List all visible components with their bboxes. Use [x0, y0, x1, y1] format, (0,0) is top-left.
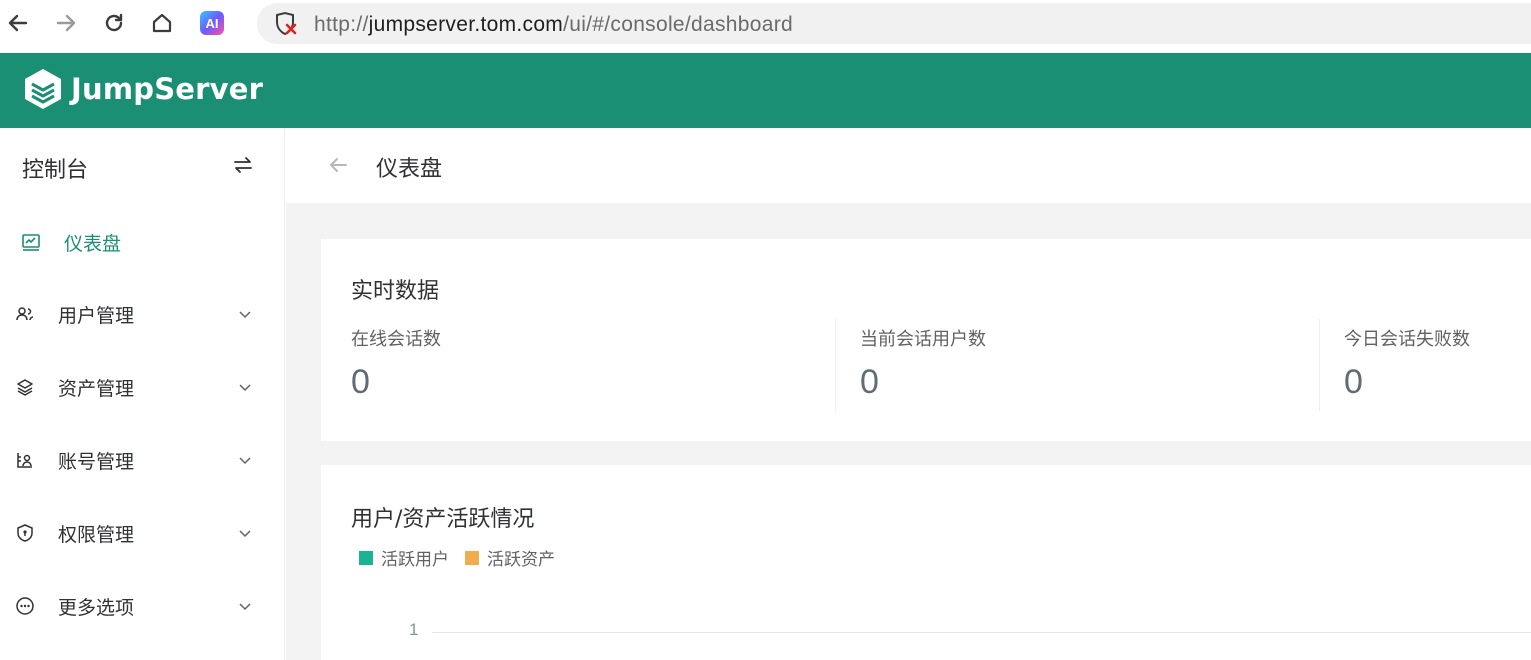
page-header: 仪表盘 [286, 128, 1531, 203]
swap-view-icon[interactable] [232, 154, 254, 176]
legend-item-active-assets[interactable]: 活跃资产 [465, 545, 555, 570]
stat-session-users[interactable]: 当前会话用户数 0 [860, 321, 1320, 411]
stat-failed-sessions[interactable]: 今日会话失败数 0 [1344, 321, 1524, 411]
sidebar-item-accounts[interactable]: 账号管理 [0, 435, 285, 485]
stat-value: 0 [1344, 363, 1363, 401]
sidebar-item-label: 更多选项 [58, 597, 135, 619]
back-arrow-icon[interactable] [326, 153, 350, 177]
page-title: 仪表盘 [376, 157, 443, 182]
legend-label: 活跃资产 [487, 550, 555, 570]
chevron-down-icon [237, 598, 253, 614]
svg-text:AI: AI [206, 16, 219, 31]
sidebar-item-label: 仪表盘 [64, 233, 122, 255]
back-icon[interactable] [5, 10, 31, 36]
sidebar-item-assets[interactable]: 资产管理 [0, 362, 285, 412]
sidebar-item-users[interactable]: 用户管理 [0, 289, 285, 339]
home-icon[interactable] [149, 10, 175, 36]
more-icon [15, 596, 35, 616]
sidebar-title: 控制台 [22, 158, 89, 183]
url-domain: jumpserver.tom.com [368, 13, 564, 36]
dashboard-icon [21, 232, 41, 252]
app-header: JumpServer [0, 53, 1531, 128]
chevron-down-icon [237, 379, 253, 395]
url-text[interactable]: http://jumpserver.tom.com/ui/#/console/d… [314, 13, 793, 37]
stat-value: 0 [860, 363, 879, 401]
not-secure-icon[interactable] [273, 11, 299, 41]
chart-title: 用户/资产活跃情况 [351, 507, 535, 532]
stat-online-sessions[interactable]: 在线会话数 0 [351, 321, 831, 411]
sidebar-item-label: 账号管理 [58, 451, 135, 473]
activity-chart-card: 用户/资产活跃情况 活跃用户 活跃资产 1 [321, 465, 1531, 660]
realtime-card: 实时数据 在线会话数 0 当前会话用户数 0 今日会话失败数 0 [321, 239, 1531, 441]
users-icon [15, 304, 35, 324]
reload-icon[interactable] [101, 10, 127, 36]
url-path: /ui/#/console/dashboard [563, 13, 793, 36]
legend-item-active-users[interactable]: 活跃用户 [359, 545, 449, 570]
jumpserver-logo-icon [25, 69, 61, 109]
chevron-down-icon [237, 452, 253, 468]
stat-divider [1319, 319, 1320, 411]
stat-label: 今日会话失败数 [1344, 329, 1470, 350]
y-tick-label: 1 [409, 620, 419, 639]
chart-gridline [432, 632, 1531, 633]
stat-value: 0 [351, 363, 370, 401]
sidebar-item-label: 用户管理 [58, 305, 135, 327]
url-scheme: http:// [314, 13, 369, 36]
forward-icon[interactable] [53, 10, 79, 36]
chevron-down-icon [237, 525, 253, 541]
legend-swatch [465, 550, 479, 565]
legend-label: 活跃用户 [381, 550, 449, 570]
legend-swatch [359, 550, 373, 565]
main-content: 仪表盘 实时数据 在线会话数 0 当前会话用户数 0 今日会话失败数 0 用户/… [286, 128, 1531, 660]
stat-divider [835, 319, 836, 411]
address-bar[interactable]: http://jumpserver.tom.com/ui/#/console/d… [257, 3, 1531, 44]
layers-icon [15, 377, 35, 397]
stat-label: 在线会话数 [351, 329, 441, 350]
ai-extension-icon[interactable]: AI [199, 10, 225, 36]
sidebar-item-label: 资产管理 [58, 378, 135, 400]
shield-icon [15, 523, 35, 543]
sidebar: 控制台 仪表盘 用户管理 资产管理 账号管理 权限管理 更多选项 [0, 128, 285, 660]
account-icon [15, 450, 35, 470]
sidebar-item-more[interactable]: 更多选项 [0, 581, 285, 631]
sidebar-item-permissions[interactable]: 权限管理 [0, 508, 285, 558]
chevron-down-icon [237, 306, 253, 322]
realtime-title: 实时数据 [351, 279, 440, 304]
sidebar-item-dashboard[interactable]: 仪表盘 [0, 217, 285, 267]
chart-legend: 活跃用户 活跃资产 [359, 545, 571, 570]
stat-label: 当前会话用户数 [860, 329, 986, 350]
app-logo[interactable]: JumpServer [23, 67, 263, 111]
app-name: JumpServer [71, 72, 264, 106]
sidebar-item-label: 权限管理 [58, 524, 135, 546]
browser-toolbar: AI http://jumpserver.tom.com/ui/#/consol… [0, 0, 1531, 53]
